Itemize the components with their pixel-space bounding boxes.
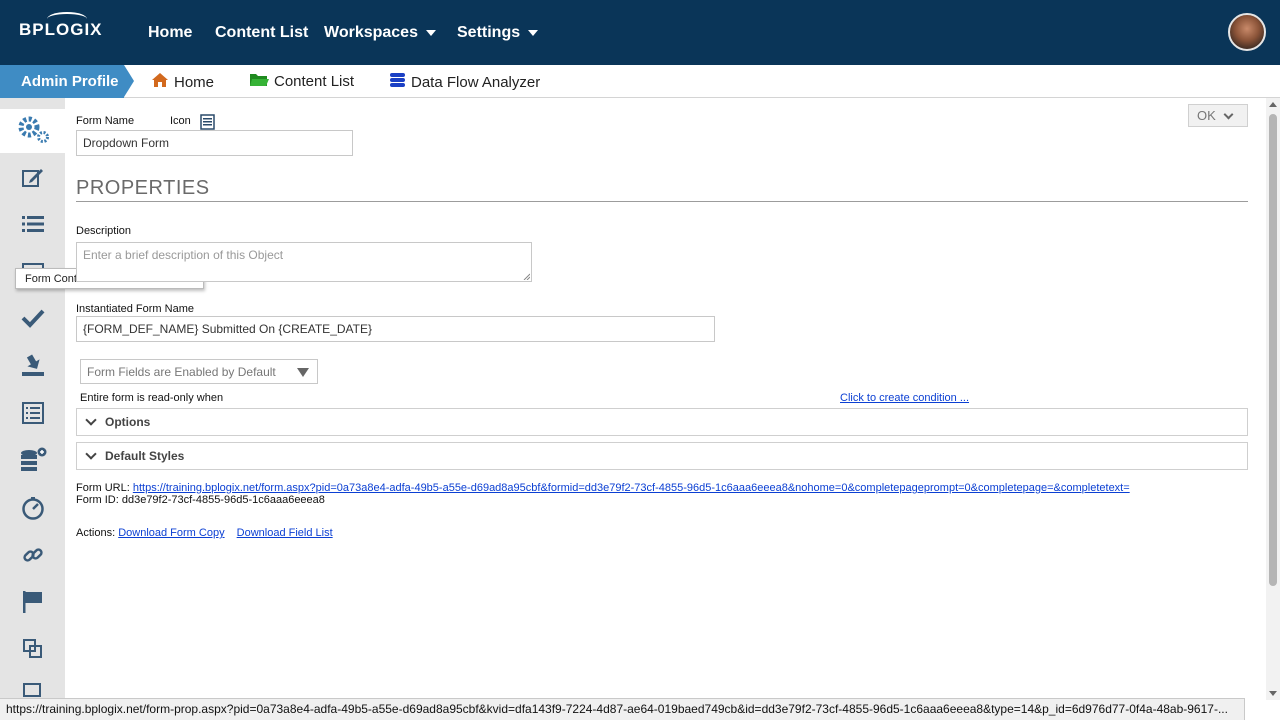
default-styles-panel[interactable]: Default Styles [76,442,1248,470]
user-avatar[interactable] [1228,13,1266,51]
ok-label: OK [1197,108,1216,123]
shortcut-content-list-label: Content List [274,73,355,90]
gears-icon [16,114,50,149]
form-fields-select[interactable]: Form Fields are Enabled by Default [80,359,318,384]
options-panel-title: Options [105,415,151,429]
chevron-down-icon [85,448,97,460]
shortcut-content-list[interactable]: Content List [249,72,354,91]
nav-settings-label: Settings [457,24,521,41]
database-add-icon [19,447,47,478]
form-id-value: dd3e79f2-73cf-4855-96d5-1c6aaa6eeea8 [121,494,325,506]
form-url-link[interactable]: https://training.bplogix.net/form.aspx?p… [133,482,1130,494]
scroll-down-icon[interactable] [1269,691,1277,696]
form-id-label: Form ID: [76,494,119,506]
sub-toolbar: Admin Profile Home Content List Data Flo… [0,65,1280,98]
sidebar-links[interactable] [0,535,65,579]
nav-settings[interactable]: Settings [457,24,539,42]
dropdown-arrow-icon [297,368,309,377]
properties-heading: PROPERTIES [76,177,210,199]
resize-handle-icon[interactable] [523,273,530,280]
shortcut-data-flow-analyzer-label: Data Flow Analyzer [411,73,541,91]
sidebar-copy[interactable] [0,629,65,673]
sidebar-edit[interactable] [0,158,65,202]
folder-icon [249,72,269,91]
sidebar-list[interactable] [0,204,65,248]
nav-home-label: Home [148,24,193,41]
sidebar-data-sources[interactable] [0,440,65,484]
vertical-scrollbar[interactable] [1266,98,1280,700]
document-list-icon [21,401,44,429]
sidebar-performance[interactable] [0,488,65,532]
more-icon [22,676,44,698]
readonly-label: Entire form is read-only when [80,392,224,404]
form-name-input[interactable]: Dropdown Form [76,130,353,156]
sidebar-properties[interactable] [0,109,65,153]
top-navbar: BPLOGIX Home Content List Workspaces Set… [0,0,1280,65]
download-form-copy-link[interactable]: Download Form Copy [118,527,224,539]
nav-home[interactable]: Home [148,24,192,42]
form-name-label: Form Name [76,115,135,127]
bplogix-logo[interactable]: BPLOGIX [19,12,103,40]
chevron-down-icon [1223,109,1234,119]
sidebar-document-list[interactable] [0,393,65,437]
scroll-thumb[interactable] [1269,114,1277,586]
dashboard-icon [21,496,45,525]
flag-icon [22,590,44,619]
breadcrumb-admin-profile[interactable]: Admin Profile [0,65,134,98]
database-icon [389,72,406,92]
download-icon [21,353,45,382]
default-styles-panel-title: Default Styles [105,449,185,463]
ok-button[interactable]: OK [1188,104,1248,127]
icon-label: Icon [170,115,191,127]
logo-arc [47,12,87,26]
nav-workspaces[interactable]: Workspaces [324,24,436,42]
form-url-label: Form URL: [76,482,130,494]
form-url-row: Form URL: https://training.bplogix.net/f… [76,482,1130,494]
caret-down-icon [528,29,539,36]
download-field-list-link[interactable]: Download Field List [237,527,333,539]
actions-label: Actions: [76,527,116,539]
options-panel[interactable]: Options [76,408,1248,436]
sidebar-flags[interactable] [0,582,65,626]
sidebar-import[interactable] [0,345,65,389]
actions-row: Actions: Download Form Copy Download Fie… [76,527,333,539]
scroll-up-icon[interactable] [1269,102,1277,107]
instantiated-form-name-input[interactable]: {FORM_DEF_NAME} Submitted On {CREATE_DAT… [76,316,715,342]
home-icon [151,72,169,92]
list-icon [21,214,45,239]
shortcut-home-label: Home [174,73,215,91]
description-label: Description [76,225,132,237]
description-textarea[interactable]: Enter a brief description of this Object [76,242,532,282]
form-fields-select-value: Form Fields are Enabled by Default [87,365,276,379]
instantiated-form-name-label: Instantiated Form Name [76,303,194,315]
chevron-down-icon [85,414,97,426]
shortcut-home[interactable]: Home [151,72,214,92]
nav-content-list[interactable]: Content List [215,24,308,42]
sidebar-more[interactable] [0,676,65,698]
nav-content-list-label: Content List [215,24,309,41]
check-icon [21,308,45,333]
shortcut-data-flow-analyzer[interactable]: Data Flow Analyzer [389,72,540,92]
left-sidebar [0,98,65,698]
status-bar-url: https://training.bplogix.net/form-prop.a… [0,698,1245,720]
create-condition-link[interactable]: Click to create condition ... [840,392,969,404]
form-id-row: Form ID: dd3e79f2-73cf-4855-96d5-1c6aaa6… [76,494,325,506]
instantiated-form-name-value: {FORM_DEF_NAME} Submitted On {CREATE_DAT… [83,322,372,336]
nav-workspaces-label: Workspaces [324,24,418,41]
status-url-text: https://training.bplogix.net/form-prop.a… [6,702,1228,716]
copy-icon [22,638,44,665]
form-name-value: Dropdown Form [83,136,170,150]
caret-down-icon [425,29,436,36]
heading-divider [76,201,1248,202]
edit-icon [21,167,45,194]
description-placeholder: Enter a brief description of this Object [83,248,284,262]
sidebar-validation[interactable] [0,298,65,342]
breadcrumb-label: Admin Profile [21,73,119,90]
link-icon [22,544,44,571]
